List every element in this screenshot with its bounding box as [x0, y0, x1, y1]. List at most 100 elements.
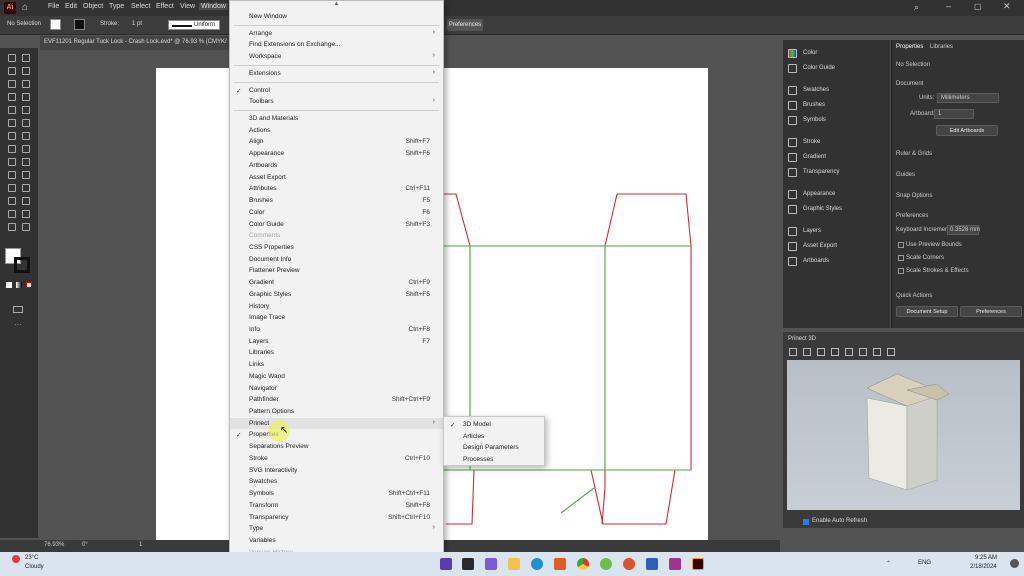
menu-item-brushes[interactable]: Brushes F5	[230, 195, 443, 207]
menu-item-image-trace[interactable]: Image Trace	[230, 312, 443, 324]
free-transform-tool-icon[interactable]	[22, 145, 30, 153]
color-mode-icon[interactable]	[6, 282, 12, 288]
zoom-tool-icon[interactable]	[22, 223, 30, 231]
zoom-level[interactable]: 76.93%	[44, 542, 64, 548]
menu-view[interactable]: View	[180, 3, 195, 10]
menu-item-variables[interactable]: Variables	[230, 535, 443, 547]
menu-effect[interactable]: Effect	[156, 3, 174, 10]
menu-select[interactable]: Select	[131, 3, 150, 10]
weather-icon[interactable]	[12, 555, 20, 563]
firefox-icon[interactable]	[623, 558, 635, 570]
illustrator-taskbar-icon[interactable]	[692, 558, 704, 570]
tab-libraries[interactable]: Libraries	[930, 44, 953, 50]
menu-item-navigator[interactable]: Navigator	[230, 383, 443, 395]
menu-item-workspace[interactable]: Workspace ›	[230, 51, 443, 63]
shaper-tool-icon[interactable]	[8, 119, 16, 127]
stroke-swatch[interactable]	[74, 19, 85, 30]
menu-item-extensions[interactable]: Extensions ›	[230, 68, 443, 80]
fold-icon[interactable]	[831, 348, 839, 356]
edit-artboards-button[interactable]: Edit Artboards	[936, 125, 998, 136]
menu-item-artboards[interactable]: Artboards	[230, 160, 443, 172]
mesh-tool-icon[interactable]	[8, 171, 16, 179]
document-setup-button[interactable]: Document Setup	[896, 306, 958, 317]
panel-appearance[interactable]: Appearance	[783, 187, 890, 202]
close-icon[interactable]: ✕	[1003, 1, 1011, 12]
menu-file[interactable]: File	[48, 3, 59, 10]
light-icon[interactable]	[859, 348, 867, 356]
menu-item-svg-interactivity[interactable]: SVG Interactivity	[230, 465, 443, 477]
home-icon[interactable]: ⌂	[22, 2, 28, 13]
menu-item-color[interactable]: Color F6	[230, 207, 443, 219]
menu-item-graphic-styles[interactable]: Graphic Styles Shift+F5	[230, 289, 443, 301]
submenu-item-processes[interactable]: Processes	[444, 454, 544, 466]
rectangle-tool-icon[interactable]	[8, 106, 16, 114]
panel-transparency[interactable]: Transparency	[783, 165, 890, 180]
taskbar-app-icon[interactable]	[669, 558, 681, 570]
material-icon[interactable]	[873, 348, 881, 356]
menu-item-align[interactable]: Align Shift+F7	[230, 136, 443, 148]
symbol-sprayer-tool-icon[interactable]	[8, 197, 16, 205]
edge-icon[interactable]	[531, 558, 543, 570]
menu-item-type[interactable]: Type ›	[230, 523, 443, 535]
menu-item-transparency[interactable]: Transparency Shift+Ctrl+F10	[230, 512, 443, 524]
graph-tool-icon[interactable]	[22, 197, 30, 205]
width-tool-icon[interactable]	[8, 145, 16, 153]
direct-selection-tool-icon[interactable]	[22, 54, 30, 62]
menu-item-info[interactable]: Info Ctrl+F8	[230, 324, 443, 336]
taskbar-app-icon[interactable]	[554, 558, 566, 570]
more-tools-icon[interactable]: ···	[14, 320, 22, 329]
menu-item-prinect[interactable]: Prinect ›	[230, 417, 443, 430]
menu-item-actions[interactable]: Actions	[230, 125, 443, 137]
menu-item-attributes[interactable]: Attributes Ctrl+F11	[230, 183, 443, 195]
line-tool-icon[interactable]	[22, 93, 30, 101]
menu-item-pathfinder[interactable]: Pathfinder Shift+Ctrl+F9	[230, 394, 443, 406]
slice-tool-icon[interactable]	[22, 210, 30, 218]
maximize-icon[interactable]: ▢	[974, 2, 982, 11]
clock-date[interactable]: 2/18/2024	[970, 564, 997, 570]
search-icon[interactable]: ⌕	[914, 2, 919, 13]
stroke-color-box[interactable]	[14, 257, 30, 273]
use-preview-bounds-checkbox[interactable]	[898, 242, 904, 248]
menu-item-asset-export[interactable]: Asset Export	[230, 172, 443, 184]
scale-corners-checkbox[interactable]	[898, 255, 904, 261]
menu-item-pattern-options[interactable]: Pattern Options	[230, 406, 443, 418]
menu-item-toolbars[interactable]: Toolbars ›	[230, 96, 443, 108]
menu-item-arrange[interactable]: Arrange ›	[230, 28, 443, 40]
chrome-icon[interactable]	[577, 558, 589, 570]
panel-gradient[interactable]: Gradient	[783, 150, 890, 165]
submenu-item-articles[interactable]: Articles	[444, 431, 544, 443]
menu-item-control[interactable]: ✓ Control	[230, 85, 443, 97]
stroke-weight-value[interactable]: 1 pt	[132, 21, 142, 27]
perspective-grid-tool-icon[interactable]	[22, 158, 30, 166]
paintbrush-tool-icon[interactable]	[22, 106, 30, 114]
submenu-item-3d-model[interactable]: ✓ 3D Model	[444, 419, 544, 431]
menu-item-appearance[interactable]: Appearance Shift+F6	[230, 148, 443, 160]
gradient-mode-icon[interactable]	[16, 282, 22, 288]
notification-icon[interactable]	[1010, 559, 1019, 568]
screen-mode-icon[interactable]	[13, 306, 23, 313]
rotation-value[interactable]: 0°	[82, 542, 88, 548]
shape-builder-tool-icon[interactable]	[8, 158, 16, 166]
taskbar-app-icon[interactable]	[485, 558, 497, 570]
menu-item-separations-preview[interactable]: Separations Preview	[230, 441, 443, 453]
rotate-tool-icon[interactable]	[8, 132, 16, 140]
menu-item-libraries[interactable]: Libraries	[230, 347, 443, 359]
language-indicator[interactable]: ENG	[918, 560, 931, 566]
menu-window[interactable]: Window	[199, 3, 228, 10]
keyboard-increment-input[interactable]: 0.3528 mm	[947, 225, 980, 235]
menu-item-new-window[interactable]: New Window	[230, 11, 443, 23]
preferences-button[interactable]: Preferences	[447, 19, 483, 31]
menu-item-3d-and-materials[interactable]: 3D and Materials	[230, 113, 443, 125]
menu-item-magic-wand[interactable]: Magic Wand	[230, 371, 443, 383]
selection-tool-icon[interactable]	[8, 54, 16, 62]
preferences-panel-button[interactable]: Preferences	[960, 306, 1022, 317]
menu-item-history[interactable]: History	[230, 301, 443, 313]
eraser-tool-icon[interactable]	[22, 119, 30, 127]
auto-refresh-checkbox[interactable]	[803, 519, 809, 525]
menu-item-layers[interactable]: Layers F7	[230, 336, 443, 348]
tab-properties[interactable]: Properties	[896, 44, 923, 50]
menu-type[interactable]: Type	[109, 3, 124, 10]
panel-symbols[interactable]: Symbols	[783, 113, 890, 128]
artboard-select[interactable]: 1	[934, 109, 974, 119]
menu-item-properties[interactable]: ✓ Properties	[230, 429, 443, 441]
